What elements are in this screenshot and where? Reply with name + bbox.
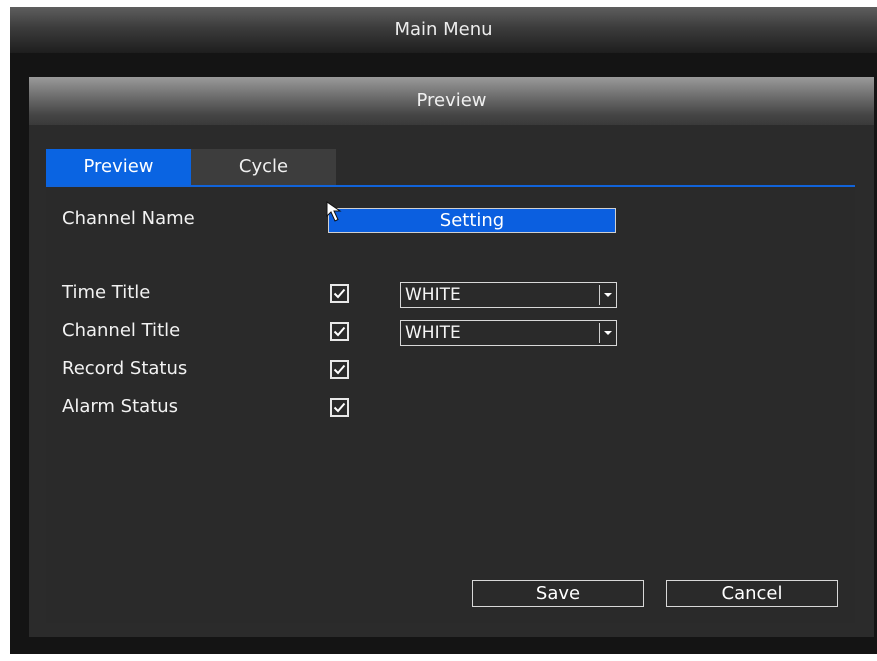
alarm-status-label: Alarm Status bbox=[62, 396, 179, 417]
tab-cycle[interactable]: Cycle bbox=[191, 149, 336, 185]
dialog-body: Preview Cycle Channel Name Setting Time … bbox=[29, 125, 874, 637]
time-title-color-value: WHITE bbox=[405, 285, 461, 305]
chevron-down-icon[interactable] bbox=[599, 285, 615, 305]
time-title-color-select[interactable]: WHITE bbox=[400, 282, 617, 308]
save-button[interactable]: Save bbox=[472, 580, 644, 607]
main-menu-title: Main Menu bbox=[10, 7, 877, 53]
channel-title-checkbox[interactable] bbox=[330, 322, 349, 341]
record-status-checkbox[interactable] bbox=[330, 360, 349, 379]
channel-title-label: Channel Title bbox=[62, 320, 181, 341]
channel-title-color-value: WHITE bbox=[405, 323, 461, 343]
checkmark-icon bbox=[333, 288, 346, 299]
checkmark-icon bbox=[333, 364, 346, 375]
channel-title-color-select[interactable]: WHITE bbox=[400, 320, 617, 346]
chevron-down-icon[interactable] bbox=[599, 323, 615, 343]
cancel-button[interactable]: Cancel bbox=[666, 580, 838, 607]
record-status-label: Record Status bbox=[62, 358, 188, 379]
preview-dialog: Preview Preview Cycle Channel Name Setti… bbox=[29, 77, 874, 637]
setting-button[interactable]: Setting bbox=[328, 208, 616, 233]
main-menu-window: Main Menu Preview Preview Cycle Channel … bbox=[10, 7, 877, 654]
time-title-checkbox[interactable] bbox=[330, 284, 349, 303]
checkmark-icon bbox=[333, 402, 346, 413]
channel-name-label: Channel Name bbox=[62, 208, 195, 229]
tab-bar: Preview Cycle bbox=[46, 149, 336, 185]
alarm-status-checkbox[interactable] bbox=[330, 398, 349, 417]
mouse-pointer-icon bbox=[326, 201, 342, 222]
dialog-title: Preview bbox=[29, 77, 874, 125]
checkmark-icon bbox=[333, 326, 346, 337]
tab-preview[interactable]: Preview bbox=[46, 149, 191, 185]
preview-settings-panel: Channel Name Setting Time Title WHITE Ch… bbox=[46, 187, 855, 623]
time-title-label: Time Title bbox=[62, 282, 151, 303]
